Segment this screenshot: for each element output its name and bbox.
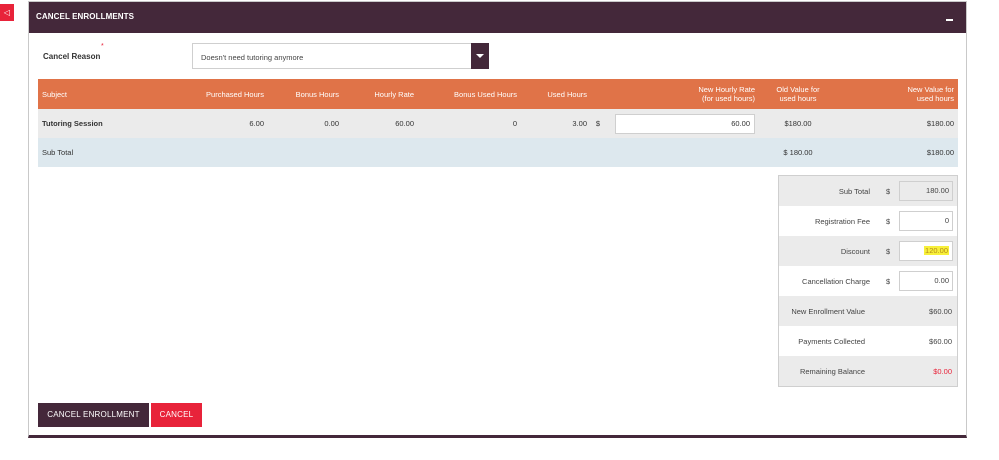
- summary-currency: $: [886, 277, 891, 286]
- cancel-enrollment-button[interactable]: CANCEL ENROLLMENT: [38, 403, 149, 427]
- cell-hourly-rate: 60.00: [343, 109, 418, 138]
- table-row: Tutoring Session 6.00 0.00 60.00 0 3.00 …: [38, 109, 958, 138]
- summary-row-sub-total: Sub Total $ 180.00: [779, 176, 957, 206]
- cell-currency: $: [591, 109, 605, 138]
- remaining-balance-value: $0.00: [933, 367, 952, 376]
- subtotal-label: Sub Total: [38, 138, 173, 167]
- cell-purchased-hours: 6.00: [173, 109, 268, 138]
- cancel-reason-row: Cancel Reason * Doesn't need tutoring an…: [29, 43, 966, 69]
- cancel-reason-value: Doesn't need tutoring anymore: [201, 53, 304, 62]
- col-header-old-value: Old Value for used hours: [759, 79, 837, 109]
- col-header-bonus-used-hours: Bonus Used Hours: [418, 79, 521, 109]
- chevron-down-icon: [476, 54, 484, 58]
- panel-header: CANCEL ENROLLMENTS: [29, 2, 966, 33]
- cell-new-value: $180.00: [837, 109, 958, 138]
- summary-currency: $: [886, 187, 891, 196]
- side-tab-toggle[interactable]: ◁: [0, 4, 14, 21]
- subtotal-row: Sub Total $ 180.00 $180.00: [38, 138, 958, 167]
- registration-fee-input[interactable]: 0: [899, 211, 953, 231]
- col-header-new-hourly-rate: New Hourly Rate (for used hours): [605, 79, 759, 109]
- summary-label: Remaining Balance: [799, 367, 865, 376]
- cell-bonus-hours: 0.00: [268, 109, 343, 138]
- new-value-line1: New Value for: [907, 85, 954, 94]
- summary-row-remaining-balance: Remaining Balance $0.00: [779, 356, 957, 386]
- cell-used-hours: 3.00: [521, 109, 591, 138]
- old-value-line1: Old Value for: [776, 85, 820, 94]
- caret-left-icon: ◁: [3, 8, 11, 17]
- panel-title: CANCEL ENROLLMENTS: [36, 12, 135, 21]
- summary-label: Sub Total: [838, 187, 870, 196]
- summary-row-registration-fee: Registration Fee $ 0: [779, 206, 957, 236]
- summary-label: Cancellation Charge: [802, 277, 870, 286]
- new-hourly-rate-input[interactable]: 60.00: [615, 113, 755, 134]
- new-hourly-rate-line1: New Hourly Rate: [698, 85, 755, 94]
- col-header-purchased-hours: Purchased Hours: [173, 79, 268, 109]
- summary-row-payments-collected: Payments Collected $60.00: [779, 326, 957, 356]
- summary-row-discount: Discount $ 120.00: [779, 236, 957, 266]
- cancellation-charge-input[interactable]: 0.00: [899, 271, 953, 291]
- summary-label: New Enrollment Value: [791, 307, 865, 316]
- summary-label: Discount: [840, 247, 870, 256]
- summary-row-cancellation-charge: Cancellation Charge $ 0.00: [779, 266, 957, 296]
- dropdown-button[interactable]: [471, 43, 489, 69]
- summary-row-new-enrollment-value: New Enrollment Value $60.00: [779, 296, 957, 326]
- new-hourly-rate-line2: (for used hours): [702, 94, 755, 103]
- subtotal-old-value: $ 180.00: [759, 138, 837, 167]
- summary-currency: $: [886, 247, 891, 256]
- col-header-currency: [591, 79, 605, 109]
- new-enrollment-value: $60.00: [929, 307, 952, 316]
- enrollment-table: Subject Purchased Hours Bonus Hours Hour…: [38, 79, 958, 167]
- table-header-row: Subject Purchased Hours Bonus Hours Hour…: [38, 79, 958, 109]
- cancel-button[interactable]: CANCEL: [151, 403, 202, 427]
- cell-bonus-used-hours: 0: [418, 109, 521, 138]
- sub-total-field: 180.00: [899, 181, 953, 201]
- payments-collected-value: $60.00: [929, 337, 952, 346]
- minus-icon[interactable]: [946, 19, 953, 21]
- cancel-enrollments-panel: CANCEL ENROLLMENTS Cancel Reason * Doesn…: [28, 1, 967, 438]
- col-header-hourly-rate: Hourly Rate: [343, 79, 418, 109]
- required-mark: *: [101, 43, 104, 50]
- summary-box: Sub Total $ 180.00 Registration Fee $ 0 …: [778, 175, 958, 387]
- new-value-line2: used hours: [916, 94, 954, 103]
- cancel-reason-select[interactable]: Doesn't need tutoring anymore: [192, 43, 489, 69]
- col-header-bonus-hours: Bonus Hours: [268, 79, 343, 109]
- old-value-line2: used hours: [779, 94, 817, 103]
- summary-label: Payments Collected: [798, 337, 865, 346]
- cell-old-value: $180.00: [759, 109, 837, 138]
- cancel-reason-label: Cancel Reason: [43, 52, 101, 61]
- summary-currency: $: [886, 217, 891, 226]
- subtotal-new-value: $180.00: [837, 138, 958, 167]
- summary-label: Registration Fee: [814, 217, 870, 226]
- col-header-new-value: New Value for used hours: [837, 79, 958, 109]
- cell-new-hourly-rate: 60.00: [605, 109, 759, 138]
- cell-subject: Tutoring Session: [38, 109, 173, 138]
- discount-input[interactable]: 120.00: [899, 241, 953, 261]
- col-header-subject: Subject: [38, 79, 173, 109]
- discount-value-highlighted: 120.00: [924, 246, 949, 255]
- col-header-used-hours: Used Hours: [521, 79, 591, 109]
